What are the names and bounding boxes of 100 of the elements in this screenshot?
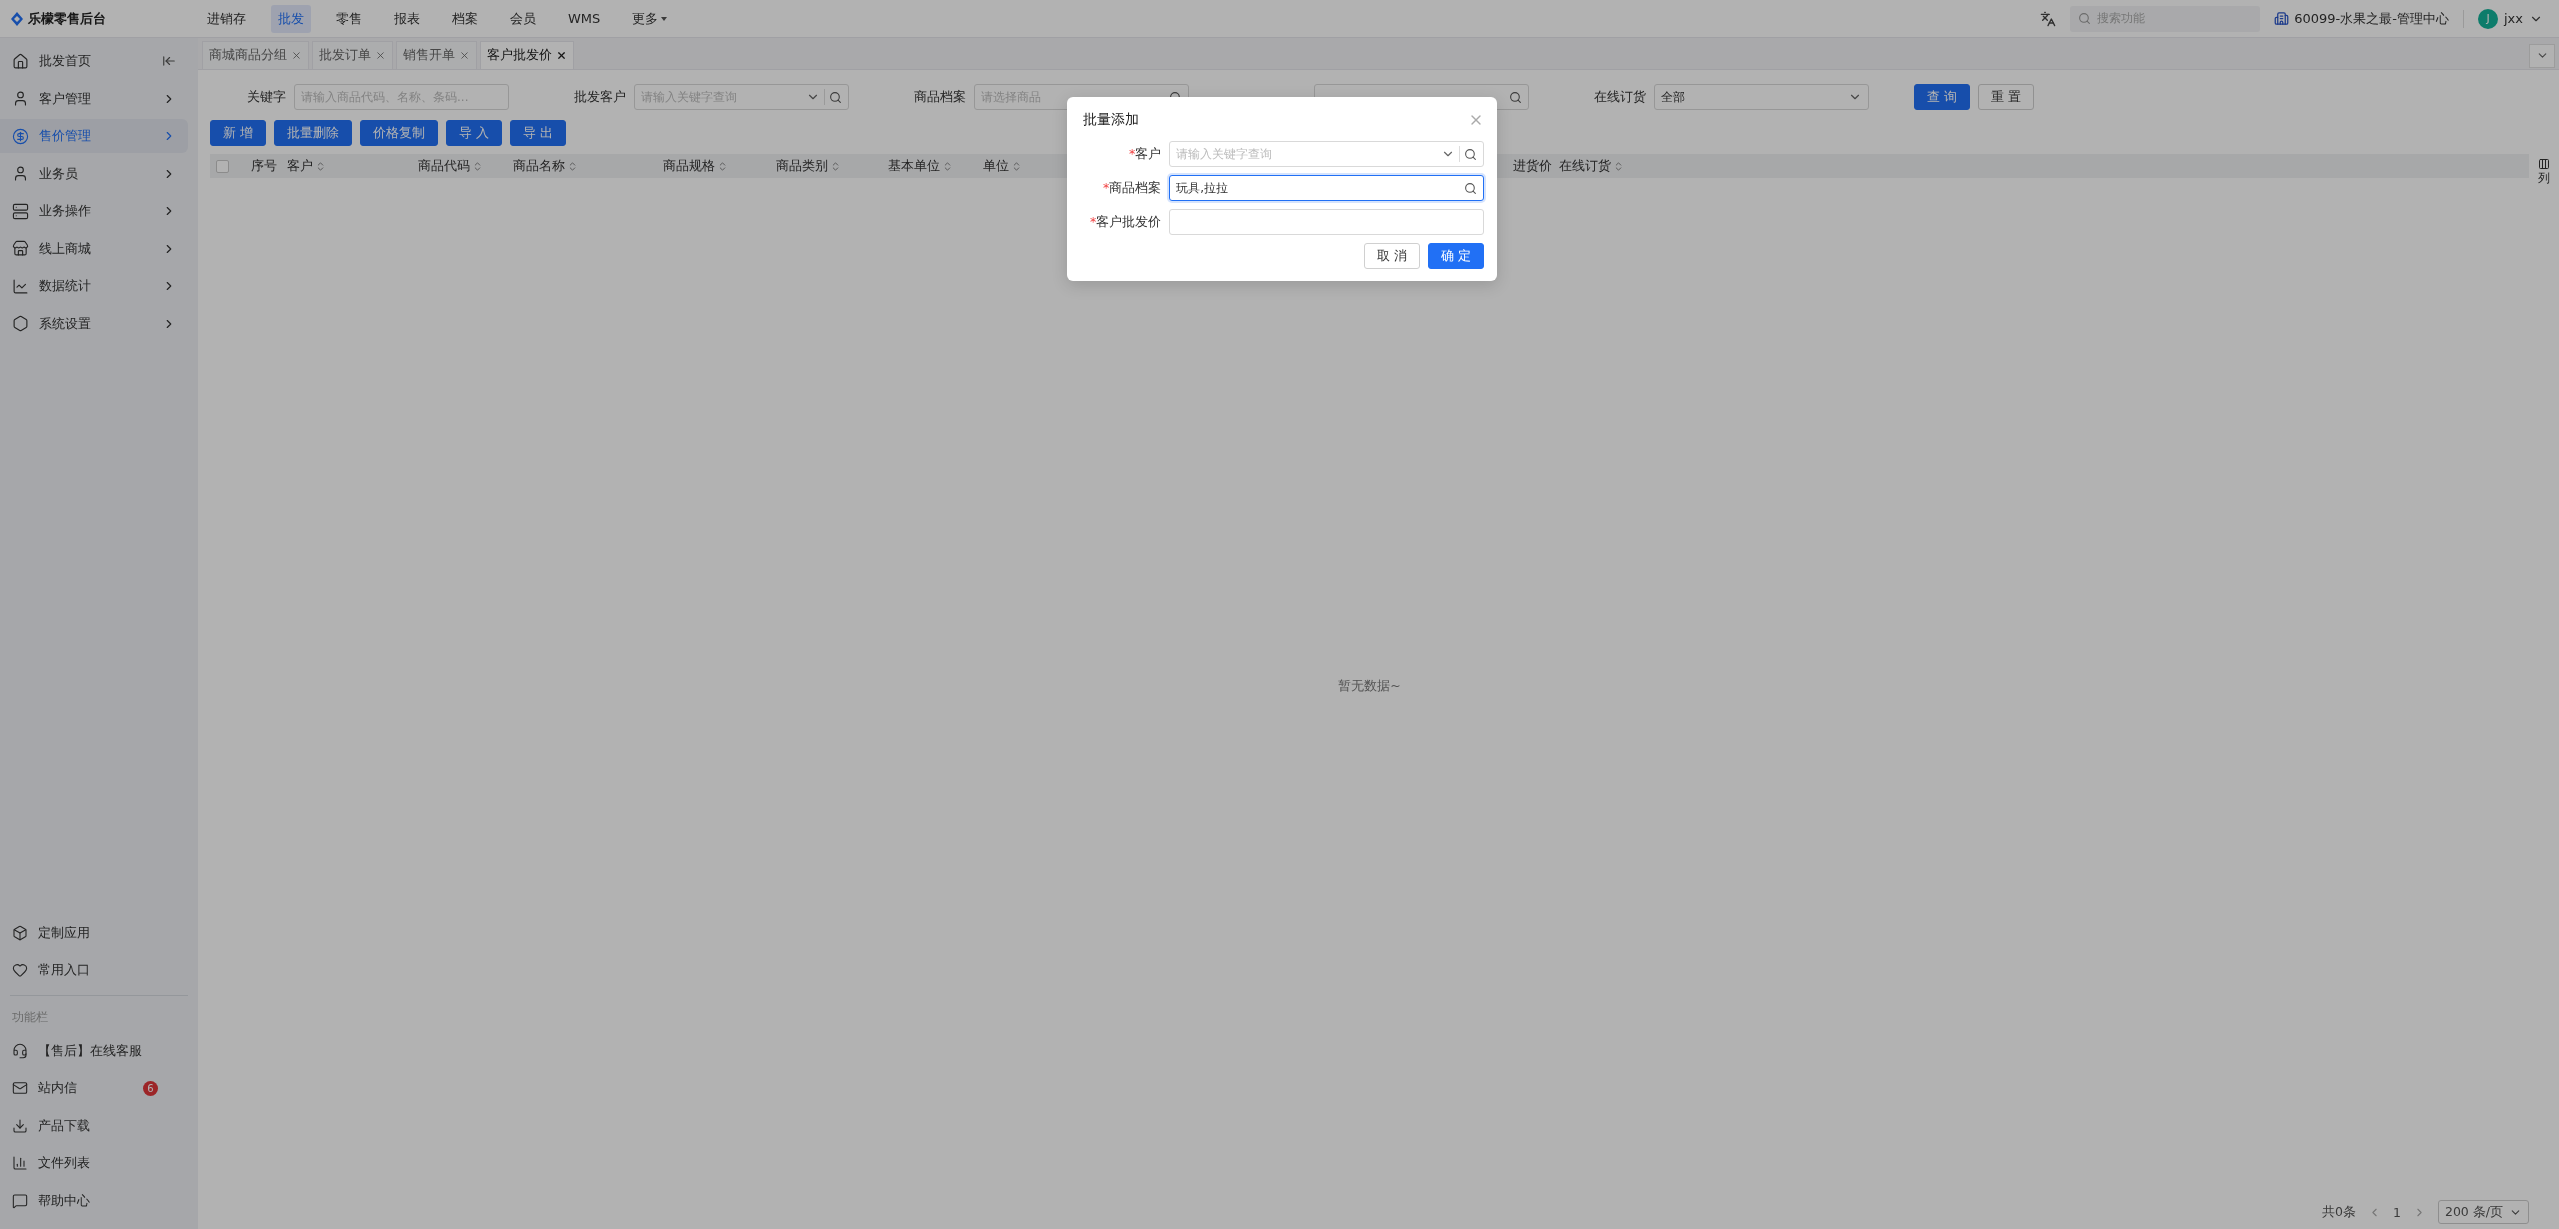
sidebar-item[interactable]: 常用入口	[0, 953, 188, 987]
field-label: *商品档案	[1101, 179, 1162, 197]
column-header[interactable]: 序号	[245, 157, 277, 175]
sort-icon[interactable]	[567, 160, 578, 172]
column-header[interactable]: 商品类别	[770, 157, 841, 175]
user-icon	[12, 90, 29, 107]
page-size-select[interactable]: 200 条/页	[2437, 1200, 2529, 1224]
line-chart-icon	[12, 277, 29, 295]
empty-message: 暂无数据~	[1338, 678, 1401, 695]
sidebar-item[interactable]: 帮助中心	[0, 1183, 188, 1218]
bar-chart-icon	[12, 1155, 28, 1171]
search-icon[interactable]	[1464, 147, 1477, 161]
caret-icon	[660, 15, 669, 22]
sidebar-item[interactable]: 业务员	[0, 156, 188, 191]
dialog-title: 批量添加	[1083, 111, 1139, 129]
sidebar-item[interactable]: 站内信 6	[0, 1071, 188, 1105]
house-icon	[12, 52, 29, 70]
confirm-button[interactable]: 确 定	[1428, 243, 1484, 269]
server-icon	[12, 202, 29, 220]
page-tab[interactable]: 批发订单	[312, 41, 393, 69]
field-label: *客户	[1127, 145, 1162, 163]
heart-icon	[12, 962, 28, 978]
filter-label: 在线订货	[1593, 88, 1646, 106]
sidebar-item[interactable]: 业务操作	[0, 194, 188, 228]
close-icon[interactable]	[556, 50, 567, 61]
column-settings-button[interactable]: 列	[2533, 158, 2555, 187]
sort-icon[interactable]	[1011, 160, 1022, 172]
sidebar-item[interactable]: 线上商城	[0, 231, 188, 266]
count-badge: 6	[143, 1080, 158, 1096]
sidebar-item[interactable]: 批发首页	[0, 44, 188, 78]
search-icon[interactable]	[1464, 181, 1477, 195]
column-header[interactable]: 基本单位	[882, 157, 953, 175]
column-header[interactable]: 商品代码	[412, 157, 483, 175]
checkbox[interactable]	[216, 159, 229, 173]
page-tab[interactable]: 客户批发价	[480, 41, 574, 69]
query-button[interactable]: 查 询	[1914, 84, 1970, 110]
search-icon[interactable]	[1509, 90, 1522, 104]
sort-icon[interactable]	[942, 160, 953, 172]
sidebar-item[interactable]: 定制应用	[0, 915, 188, 950]
tabs-menu-button[interactable]	[2529, 43, 2555, 68]
total-count: 共0条	[2322, 1203, 2356, 1221]
hexagon-icon	[12, 315, 29, 332]
search-icon	[2078, 12, 2092, 25]
nav-item[interactable]: 档案	[445, 4, 485, 33]
nav-item[interactable]: 进销存	[200, 4, 253, 33]
translate-icon[interactable]	[2040, 10, 2057, 27]
mail-icon	[12, 1080, 28, 1096]
nav-item[interactable]: WMS	[561, 6, 608, 31]
message-icon	[12, 1192, 28, 1209]
cancel-button[interactable]: 取 消	[1364, 243, 1420, 269]
nav-item[interactable]: 更多	[625, 4, 676, 33]
select-field[interactable]: 全部	[1654, 84, 1869, 110]
download-icon	[12, 1117, 28, 1134]
sidebar-item[interactable]: 客户管理	[0, 81, 188, 116]
section-title: 功能栏	[11, 1009, 49, 1026]
column-header[interactable]: 商品名称	[507, 157, 578, 175]
coin-icon	[12, 127, 29, 145]
building-icon	[2274, 11, 2290, 26]
sort-icon[interactable]	[472, 160, 483, 172]
filter-label: 商品档案	[913, 88, 966, 106]
action-button[interactable]: 导 出	[509, 120, 566, 146]
sidebar-item[interactable]: 文件列表	[0, 1146, 188, 1180]
app-logo: 乐檬零售后台	[10, 9, 200, 28]
action-button[interactable]: 批量删除	[274, 120, 352, 146]
sidebar-item[interactable]: 【售后】在线客服	[0, 1033, 188, 1068]
column-header[interactable]: 商品规格	[657, 157, 728, 175]
sort-icon[interactable]	[1613, 160, 1624, 172]
filter-label: 关键字	[246, 88, 286, 106]
action-button[interactable]: 导 入	[446, 120, 502, 146]
column-header[interactable]: 单位	[977, 157, 1022, 175]
field-label: *客户批发价	[1088, 213, 1162, 231]
select-field[interactable]: 玩具,拉拉	[1169, 175, 1484, 201]
column-header[interactable]: 客户	[281, 157, 326, 175]
page-tab[interactable]: 商城商品分组	[202, 41, 309, 69]
sidebar-item[interactable]: 数据统计	[0, 269, 188, 303]
sidebar-item[interactable]: 系统设置	[0, 306, 188, 341]
sidebar-item[interactable]: 产品下载	[0, 1108, 188, 1143]
search-icon[interactable]	[829, 90, 842, 104]
store-icon	[12, 240, 29, 257]
user-name: jxx	[2504, 11, 2523, 26]
column-header[interactable]: 进货价	[1507, 157, 1552, 175]
page-tab[interactable]: 销售开单	[396, 41, 477, 69]
action-button[interactable]: 新 增	[210, 120, 266, 146]
sort-icon[interactable]	[830, 160, 841, 172]
store-selector[interactable]: 60099-水果之最-管理中心	[2274, 9, 2464, 28]
input-field[interactable]	[1169, 209, 1484, 235]
collapse-icon[interactable]	[162, 54, 176, 68]
nav-item[interactable]: 会员	[503, 4, 543, 33]
headset-icon	[12, 1042, 28, 1059]
filter-label: 批发客户	[573, 88, 626, 106]
reset-button[interactable]: 重 置	[1978, 84, 2034, 110]
action-button[interactable]: 价格复制	[360, 120, 438, 146]
column-header[interactable]: 在线订货	[1553, 157, 1624, 175]
sort-icon[interactable]	[717, 160, 728, 172]
nav-item[interactable]: 零售	[329, 4, 369, 33]
box-icon	[12, 924, 28, 941]
columns-icon	[2538, 158, 2550, 170]
sort-icon[interactable]	[315, 160, 326, 172]
nav-item[interactable]: 报表	[387, 4, 427, 33]
page-number[interactable]: 1	[2393, 1204, 2401, 1220]
